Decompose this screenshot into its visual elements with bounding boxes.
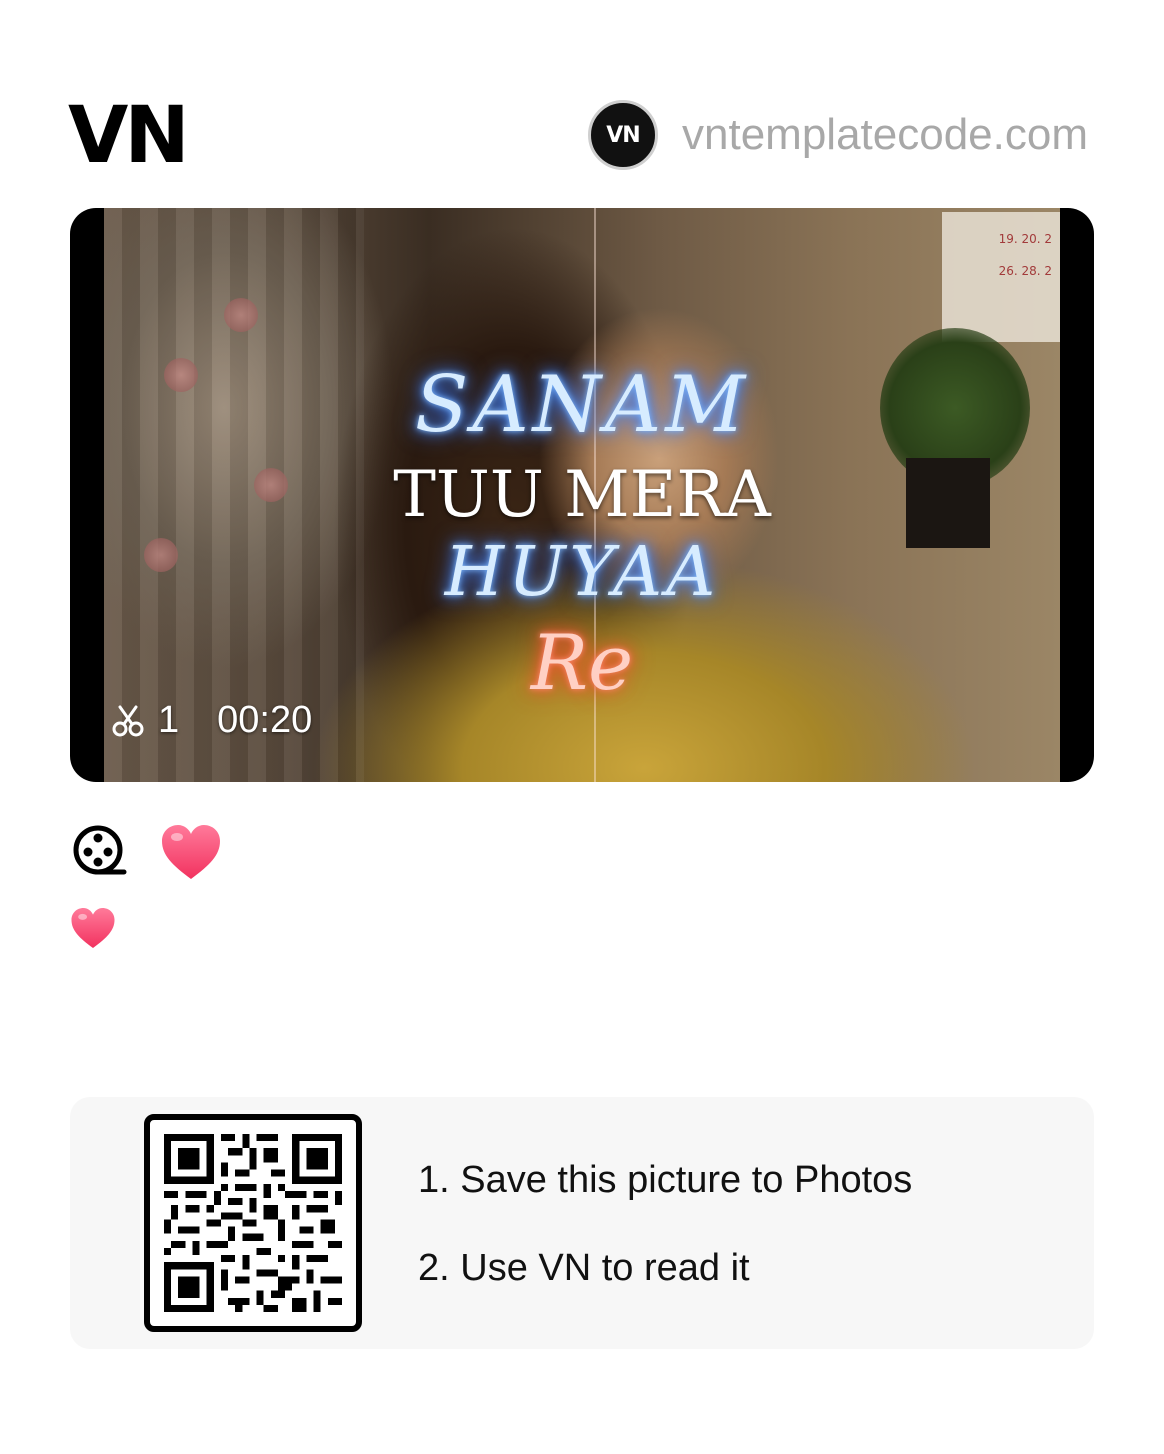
- vn-logo-text: VN: [68, 98, 186, 168]
- video-duration: 00:20: [217, 699, 313, 741]
- qr-step-2: 2. Use VN to read it: [418, 1247, 750, 1289]
- creator-avatar-text: VN: [606, 122, 640, 148]
- video-preview[interactable]: 19. 20. 2 26. 28. 2 SANAM TUU MERA HUYAA…: [70, 208, 1094, 782]
- scissors-icon: [112, 705, 144, 736]
- qr-code[interactable]: [144, 1114, 362, 1332]
- tag-icons: [70, 822, 222, 882]
- heart-icon: [162, 825, 220, 879]
- clip-count: 1: [158, 699, 180, 741]
- overlay-line-4: Re: [530, 618, 634, 707]
- creator-avatar[interactable]: VN: [588, 100, 658, 170]
- qr-instructions: 1. Save this picture to Photos 2. Use VN…: [418, 1159, 912, 1291]
- flower-decoration: [224, 298, 258, 332]
- film-reel-icon: [73, 825, 127, 875]
- video-meta: 1 00:20: [110, 699, 312, 742]
- creator-info[interactable]: VN vntemplatecode.com: [588, 98, 1088, 172]
- creator-name[interactable]: vntemplatecode.com: [682, 110, 1088, 160]
- overlay-line-3: HUYAA: [444, 533, 720, 612]
- qr-step-1: 1. Save this picture to Photos: [418, 1159, 913, 1201]
- calendar-row: 19. 20. 2: [998, 232, 1052, 246]
- overlay-line-2: TUU MERA: [393, 458, 771, 532]
- qr-code-graphic: [164, 1134, 342, 1312]
- vn-logo: VN: [68, 98, 188, 168]
- calendar-row: 26. 28. 2: [998, 264, 1052, 278]
- heart-icon: [71, 907, 115, 949]
- template-share-card: VN VN vntemplatecode.com 19. 20. 2 26. 2…: [0, 0, 1164, 1454]
- qr-panel: 1. Save this picture to Photos 2. Use VN…: [70, 1097, 1094, 1349]
- overlay-line-1: SANAM: [414, 360, 750, 450]
